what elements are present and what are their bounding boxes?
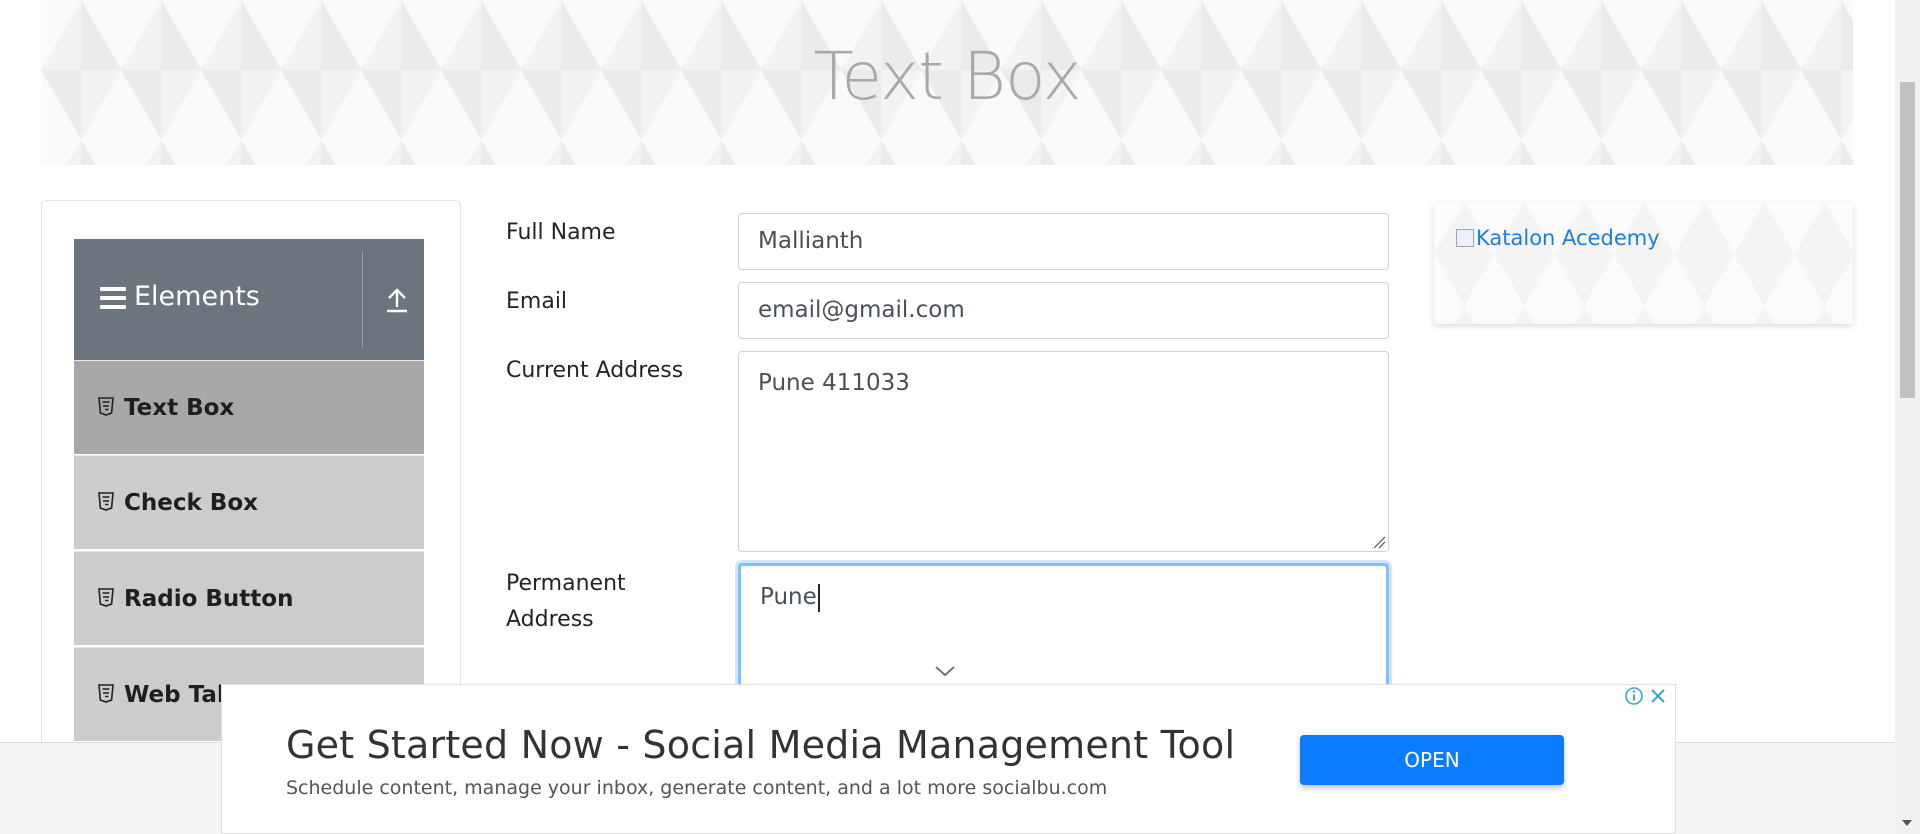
close-icon[interactable] (1647, 685, 1669, 707)
full-name-input[interactable]: Mallianth (738, 213, 1389, 270)
page-header-banner: Text Box (41, 0, 1853, 165)
sidebar-item-label: Radio Button (124, 586, 294, 612)
ad-open-button[interactable]: OPEN (1300, 735, 1564, 785)
sidebar-item-check-box[interactable]: Check Box (74, 455, 424, 549)
header-divider (362, 251, 363, 348)
collapse-up-icon[interactable] (384, 285, 410, 315)
html5-icon (98, 492, 114, 511)
current-address-label: Current Address (506, 358, 684, 383)
scroll-down-arrow-icon[interactable] (1901, 818, 1913, 828)
katalon-ad-box[interactable]: Katalon Acedemy (1434, 202, 1853, 324)
resize-handle-icon[interactable] (1372, 535, 1386, 549)
info-icon[interactable] (1623, 685, 1645, 707)
ad-banner[interactable]: Get Started Now - Social Media Managemen… (221, 684, 1676, 834)
permanent-address-label-line1: Permanent (506, 571, 626, 596)
hamburger-icon (100, 287, 126, 311)
sidebar-item-label: Text Box (124, 395, 235, 421)
sidebar-item-label: Check Box (124, 490, 258, 516)
ad-description: Schedule content, manage your inbox, gen… (286, 777, 1108, 799)
permanent-address-textarea[interactable]: Pune (738, 563, 1389, 693)
sidebar-item-radio-button[interactable]: Radio Button (74, 551, 424, 645)
current-address-textarea[interactable]: Pune 411033 (738, 351, 1389, 552)
full-name-value: Mallianth (758, 228, 864, 254)
permanent-address-label: Permanent Address (506, 566, 626, 638)
email-input[interactable]: email@gmail.com (738, 282, 1389, 339)
email-label: Email (506, 289, 568, 314)
katalon-ad-link[interactable]: Katalon Acedemy (1456, 226, 1660, 250)
broken-image-icon (1456, 229, 1474, 247)
sidebar-group-header-elements[interactable]: Elements (74, 239, 424, 360)
email-value: email@gmail.com (758, 297, 965, 323)
html5-icon (98, 397, 114, 416)
permanent-address-value: Pune (760, 584, 817, 610)
page-title: Text Box (813, 38, 1081, 115)
scrollbar-thumb[interactable] (1900, 82, 1915, 398)
sidebar: Elements Text Box Check Box Radio Button (41, 200, 461, 760)
full-name-label: Full Name (506, 220, 616, 245)
html5-icon (98, 684, 114, 703)
sidebar-item-label: Web Tab (124, 682, 234, 708)
chevron-down-icon[interactable] (934, 664, 956, 678)
sidebar-group-title: Elements (134, 281, 260, 312)
text-caret (817, 583, 820, 612)
html5-icon (98, 588, 114, 607)
sidebar-item-text-box[interactable]: Text Box (74, 360, 424, 454)
ad-title[interactable]: Get Started Now - Social Media Managemen… (286, 723, 1235, 767)
katalon-ad-alt-text: Katalon Acedemy (1476, 226, 1660, 250)
permanent-address-label-line2: Address (506, 607, 594, 632)
page-scrollbar[interactable] (1895, 0, 1920, 834)
current-address-value: Pune 411033 (758, 370, 910, 396)
